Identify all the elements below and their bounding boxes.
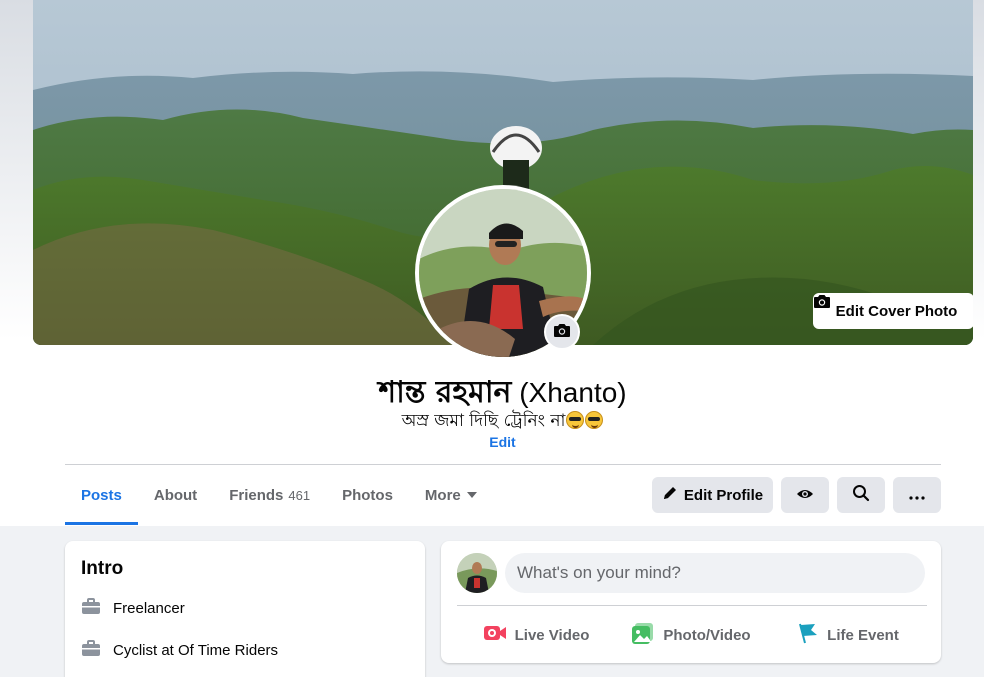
avatar[interactable] — [457, 553, 497, 593]
tab-more-label: More — [424, 486, 461, 504]
pencil-icon — [662, 485, 678, 505]
intro-item-text: Cyclist at Of Time Riders — [113, 641, 279, 659]
more-options-button[interactable] — [893, 477, 941, 513]
tab-friends[interactable]: Friends 461 — [213, 465, 326, 525]
update-profile-picture-button[interactable] — [544, 314, 580, 350]
profile-tabs: Posts About Friends 461 Photos More — [65, 465, 493, 525]
live-video-icon — [483, 624, 507, 646]
flag-icon — [797, 622, 819, 648]
intro-title: Intro — [81, 558, 124, 579]
tab-about-label: About — [153, 486, 198, 504]
sunglasses-emoji-icon — [585, 411, 604, 429]
photo-video-button[interactable]: Photo/Video — [626, 615, 756, 655]
eye-icon — [796, 487, 814, 504]
edit-profile-button[interactable]: Edit Profile — [652, 477, 773, 513]
tab-posts[interactable]: Posts — [65, 465, 138, 525]
photo-video-label: Photo/Video — [663, 626, 751, 644]
intro-card: Intro Freelancer Cyclist at Of Time Ride… — [65, 541, 425, 677]
edit-profile-label: Edit Profile — [683, 486, 764, 504]
friends-count: 461 — [288, 487, 311, 503]
edit-cover-photo-label: Edit Cover Photo — [835, 302, 958, 320]
profile-bio: অস্র জমা দিছি ট্রেনিং না — [0, 408, 984, 436]
photo-video-icon — [631, 622, 655, 648]
briefcase-icon — [81, 639, 101, 661]
sunglasses-emoji-icon — [566, 411, 585, 429]
profile-name-main: শান্ত রহমান — [378, 375, 512, 410]
post-composer: What's on your mind? Live Video Photo/Vi… — [441, 541, 941, 663]
intro-item-text: Freelancer — [113, 599, 185, 617]
profile-bio-text: অস্র জমা দিছি ট্রেনিং না — [401, 411, 566, 431]
edit-cover-photo-button[interactable]: Edit Cover Photo — [813, 293, 973, 329]
intro-item: Cyclist at Of Time Riders — [81, 639, 278, 661]
profile-alt-name: (Xhanto) — [519, 377, 627, 408]
ellipsis-icon — [909, 487, 925, 504]
intro-item: Freelancer — [81, 597, 185, 619]
tab-posts-label: Posts — [81, 486, 122, 504]
live-video-button[interactable]: Live Video — [481, 615, 591, 655]
edit-bio-link[interactable]: Edit — [0, 434, 984, 450]
live-video-label: Live Video — [514, 626, 590, 644]
tab-photos-label: Photos — [342, 486, 393, 504]
view-as-button[interactable] — [781, 477, 829, 513]
life-event-button[interactable]: Life Event — [793, 615, 903, 655]
tab-more[interactable]: More — [409, 465, 493, 525]
camera-icon — [553, 322, 571, 343]
composer-divider — [457, 605, 927, 606]
tab-about[interactable]: About — [138, 465, 213, 525]
search-profile-button[interactable] — [837, 477, 885, 513]
chevron-down-icon — [466, 492, 477, 498]
tab-friends-label: Friends — [229, 486, 284, 504]
whats-on-your-mind-input[interactable]: What's on your mind? — [505, 553, 925, 593]
composer-placeholder: What's on your mind? — [517, 563, 681, 582]
search-icon — [852, 484, 870, 506]
briefcase-icon — [81, 597, 101, 619]
tab-photos[interactable]: Photos — [326, 465, 409, 525]
life-event-label: Life Event — [827, 626, 899, 644]
